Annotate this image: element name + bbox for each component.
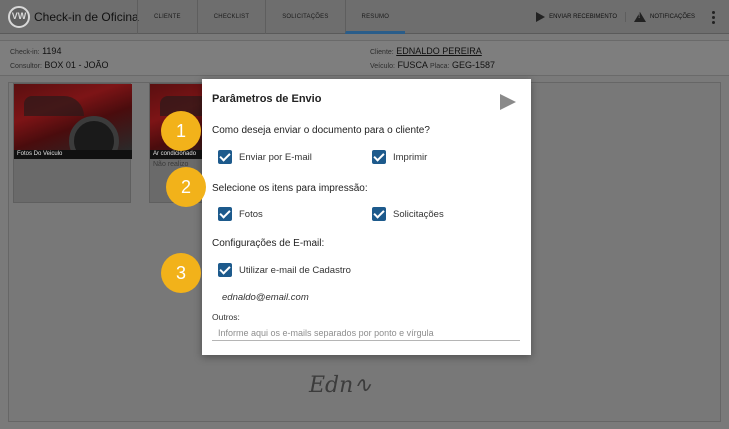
dialog-title: Parâmetros de Envio [212, 93, 322, 105]
registered-email: ednaldo@email.com [222, 292, 309, 303]
top-actions: ENVIAR RECEBIMENTO NOTIFICAÇÕES [528, 0, 729, 34]
app-title: Check-in de Oficina [34, 10, 139, 24]
veiculo-info: Veículo: FUSCA Placa: GEG-1587 [370, 60, 495, 70]
send-icon[interactable] [500, 94, 516, 110]
info-bar: Check-in: 1194 Consultor: BOX 01 - JOÃO … [0, 40, 729, 76]
nav-tabs: CLIENTE CHECKLIST SOLICITAÇÕES RESUMO [137, 0, 406, 34]
tab-cliente[interactable]: CLIENTE [137, 0, 197, 34]
send-receipt-button[interactable]: ENVIAR RECEBIMENTO [528, 12, 625, 22]
step-badge-1: 1 [161, 111, 201, 151]
use-registered-email-option[interactable]: Utilizar e-mail de Cadastro [218, 263, 351, 277]
photo-card[interactable]: Fotos Do Veiculo [13, 83, 132, 203]
other-emails-label: Outros: [212, 312, 240, 322]
send-email-label: Enviar por E-mail [239, 151, 312, 163]
cliente-label: Cliente: [370, 49, 394, 56]
photos-label: Fotos [239, 208, 263, 220]
checkbox-checked-icon[interactable] [372, 207, 386, 221]
vw-logo-icon [8, 6, 30, 28]
checkbox-checked-icon[interactable] [218, 150, 232, 164]
notifications-button[interactable]: NOTIFICAÇÕES [624, 12, 703, 22]
cliente-info: Cliente: EDNALDO PEREIRA [370, 46, 482, 56]
use-registered-email-label: Utilizar e-mail de Cadastro [239, 264, 351, 276]
cliente-value[interactable]: EDNALDO PEREIRA [396, 46, 482, 56]
photos-option[interactable]: Fotos [218, 207, 263, 221]
send-parameters-dialog: Parâmetros de Envio Como deseja enviar o… [202, 79, 531, 355]
checkbox-checked-icon[interactable] [218, 263, 232, 277]
placa-value: GEG-1587 [451, 60, 495, 70]
checkin-info: Check-in: 1194 [10, 46, 61, 56]
signature-image: Edn∿ [309, 373, 372, 398]
checkbox-checked-icon[interactable] [218, 207, 232, 221]
send-icon [536, 12, 546, 22]
consultor-label: Consultor: [10, 63, 42, 70]
print-option[interactable]: Imprimir [372, 150, 427, 164]
checkin-label: Check-in: [10, 49, 40, 56]
warning-icon [633, 12, 646, 22]
email-config-question: Configurações de E-mail: [212, 238, 325, 249]
consultor-value: BOX 01 - JOÃO [44, 60, 109, 70]
tab-solicitacoes[interactable]: SOLICITAÇÕES [265, 0, 344, 34]
other-emails-input[interactable] [212, 325, 520, 341]
checkbox-checked-icon[interactable] [372, 150, 386, 164]
top-bar: Check-in de Oficina CLIENTE CHECKLIST SO… [0, 0, 729, 34]
step-badge-3: 3 [161, 253, 201, 293]
placa-label: Placa: [429, 63, 450, 70]
print-items-question: Selecione os itens para impressão: [212, 183, 368, 194]
send-receipt-label: ENVIAR RECEBIMENTO [549, 14, 617, 20]
checkin-value: 1194 [42, 46, 62, 56]
photo-caption: Fotos Do Veiculo [14, 150, 132, 159]
requests-label: Solicitações [393, 208, 444, 220]
send-email-option[interactable]: Enviar por E-mail [218, 150, 312, 164]
more-menu-icon[interactable] [703, 0, 723, 34]
send-method-question: Como deseja enviar o documento para o cl… [212, 125, 430, 136]
print-label: Imprimir [393, 151, 428, 163]
step-badge-2: 2 [166, 167, 206, 207]
notifications-label: NOTIFICAÇÕES [649, 14, 695, 20]
veiculo-value: FUSCA [397, 60, 428, 70]
vehicle-photo [14, 84, 132, 150]
tab-checklist[interactable]: CHECKLIST [196, 0, 265, 34]
veiculo-label: Veículo: [370, 63, 395, 70]
tab-resumo[interactable]: RESUMO [344, 0, 406, 34]
requests-option[interactable]: Solicitações [372, 207, 444, 221]
consultor-info: Consultor: BOX 01 - JOÃO [10, 60, 108, 70]
